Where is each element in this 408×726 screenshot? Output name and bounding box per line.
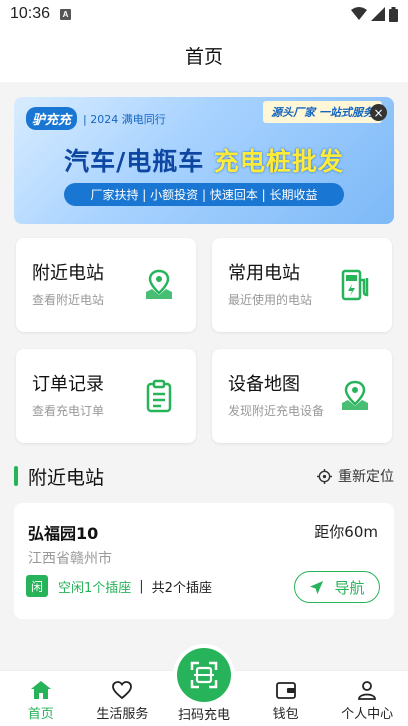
navigate-label: 导航: [334, 578, 365, 597]
station-distance: 距你60m: [314, 523, 378, 541]
total-sockets: 共2个插座: [151, 580, 212, 596]
card-title: 常用电站: [228, 263, 300, 284]
station-card[interactable]: 弘福园10 距你60m 江西省赣州市 闲 空闲1个插座 | 共2个插座 导航: [14, 503, 394, 619]
heart-icon: [112, 681, 133, 700]
tab-profile[interactable]: 个人中心: [326, 671, 408, 726]
scan-charge-label: 扫码充电: [177, 708, 230, 723]
battery-icon: [389, 6, 398, 22]
banner-brand: 驴充充 | 2024 满电同行: [26, 107, 166, 130]
tab-home[interactable]: 首页: [0, 671, 82, 726]
status-time: 10:36: [10, 5, 51, 22]
card-subtitle: 发现附近充电设备: [228, 404, 325, 418]
status-icons: [351, 6, 398, 22]
idle-badge: 闲: [26, 575, 48, 597]
page-title: 首页: [184, 45, 223, 68]
section-title: 附近电站: [28, 466, 105, 489]
scan-charge-button[interactable]: [177, 648, 231, 702]
separator: |: [139, 578, 144, 594]
card-device-map[interactable]: 设备地图 发现附近充电设备: [212, 349, 392, 443]
status-bar: 10:36 A: [0, 0, 408, 28]
banner-close-icon[interactable]: ×: [370, 104, 387, 121]
card-subtitle: 查看充电订单: [32, 404, 105, 418]
relocate-label: 重新定位: [338, 469, 394, 485]
banner-headline-part1: 汽车/电瓶车: [64, 147, 205, 176]
banner-tag: 源头厂家 一站式服务: [263, 101, 382, 123]
brand-tagline: | 2024 满电同行: [83, 112, 166, 126]
promo-banner[interactable]: 驴充充 | 2024 满电同行 源头厂家 一站式服务 × 汽车/电瓶车 充电桩批…: [14, 97, 394, 224]
banner-headline: 汽车/电瓶车 充电桩批发: [14, 142, 394, 178]
banner-subline: 厂家扶持 | 小额投资 | 快速回本 | 长期收益: [64, 183, 344, 206]
tab-wallet[interactable]: 钱包: [245, 671, 327, 726]
nearby-section-header: 附近电站 重新定位: [14, 462, 394, 490]
navigate-button[interactable]: 导航: [294, 571, 380, 603]
map-pin-icon: [342, 380, 368, 410]
charging-pile-icon: [341, 269, 369, 301]
brand-logo: 驴充充: [26, 107, 78, 130]
card-title: 订单记录: [32, 374, 104, 395]
free-sockets: 空闲1个插座: [58, 580, 132, 596]
tab-life-services[interactable]: 生活服务: [82, 671, 164, 726]
signal-icon: [371, 7, 385, 21]
tab-label: 生活服务: [96, 707, 149, 722]
card-nearby-stations[interactable]: 附近电站 查看附近电站: [16, 238, 196, 332]
map-pin-icon: [146, 269, 172, 299]
clipboard-list-icon: [146, 379, 172, 413]
page-title-bar: 首页: [0, 28, 408, 82]
locate-icon: [317, 468, 332, 484]
card-title: 设备地图: [228, 374, 300, 395]
banner-headline-part2: 充电桩批发: [213, 147, 344, 176]
section-accent-bar: [14, 466, 18, 486]
home-icon: [30, 681, 51, 699]
card-order-records[interactable]: 订单记录 查看充电订单: [16, 349, 196, 443]
navigation-arrow-icon: [310, 580, 324, 594]
scan-icon: [190, 661, 218, 689]
card-title: 附近电站: [32, 263, 104, 284]
user-icon: [358, 681, 377, 700]
station-address: 江西省赣州市: [28, 551, 112, 567]
card-subtitle: 最近使用的电站: [228, 293, 313, 307]
relocate-button[interactable]: 重新定位: [317, 466, 394, 486]
sim-icon: A: [60, 8, 72, 20]
tab-label: 钱包: [272, 707, 299, 722]
wallet-icon: [275, 682, 296, 699]
tab-label: 首页: [27, 707, 54, 722]
wifi-icon: [351, 7, 367, 20]
card-subtitle: 查看附近电站: [32, 293, 105, 307]
card-frequent-stations[interactable]: 常用电站 最近使用的电站: [212, 238, 392, 332]
station-name: 弘福园10: [28, 524, 99, 543]
station-socket-info: 闲 空闲1个插座 | 共2个插座: [26, 575, 212, 597]
tab-label: 个人中心: [341, 707, 394, 722]
